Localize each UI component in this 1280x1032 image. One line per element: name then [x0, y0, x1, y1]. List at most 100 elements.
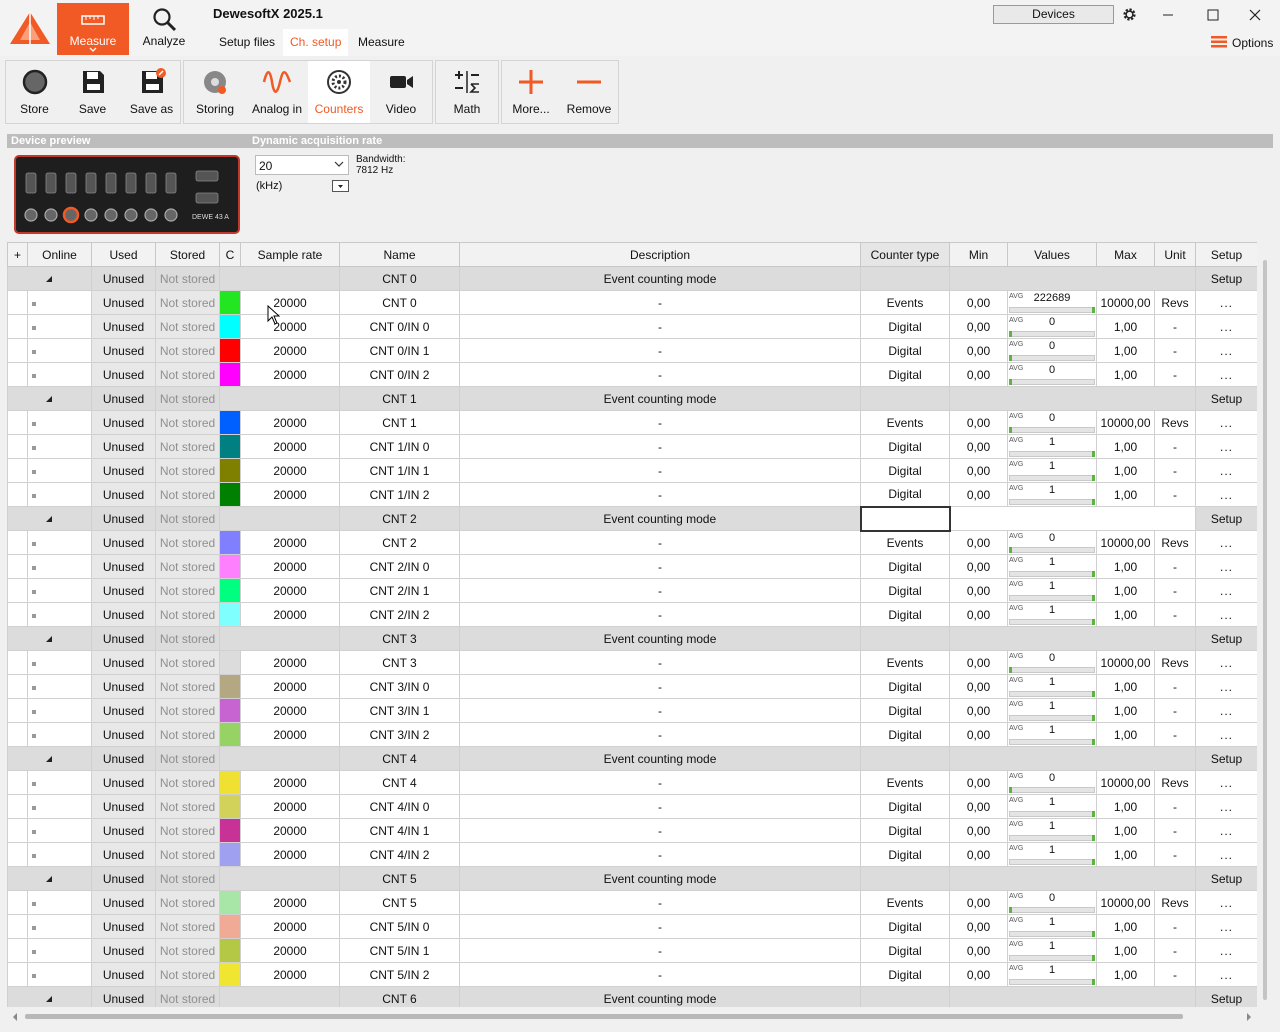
channel-description[interactable]: - [459, 794, 861, 819]
channel-color-swatch[interactable] [219, 962, 241, 987]
channel-name[interactable]: CNT 0/IN 2 [339, 362, 460, 387]
online-toggle[interactable] [27, 482, 92, 507]
channel-description[interactable]: - [459, 482, 861, 507]
channel-color-swatch[interactable] [219, 362, 241, 387]
min-value[interactable]: 0,00 [949, 314, 1008, 339]
device-image[interactable]: DEWE 43 A [14, 155, 240, 234]
online-toggle[interactable] [27, 362, 92, 387]
group-setup-button[interactable]: Setup [1195, 386, 1257, 411]
counter-type[interactable]: Digital [860, 674, 950, 699]
group-counter-type-cell[interactable] [860, 626, 950, 651]
group-counter-type-cell[interactable] [860, 386, 950, 411]
devices-button[interactable]: Devices [993, 5, 1114, 24]
counters-button[interactable]: Counters [308, 61, 370, 123]
used-status[interactable]: Unused [91, 410, 156, 435]
channel-name[interactable]: CNT 4/IN 2 [339, 842, 460, 867]
table-row[interactable]: Unused Not stored 20000 CNT 0/IN 2- Digital 0… [7, 362, 1257, 387]
used-status[interactable]: Unused [91, 842, 156, 867]
table-row[interactable]: Unused Not stored 20000 CNT 0- Events 0,00 AVG… [7, 290, 1257, 315]
col-header-max[interactable]: Max [1096, 242, 1155, 267]
minimize-icon[interactable] [1158, 5, 1178, 25]
group-row[interactable]: Unused Not stored CNT 6 Event counting mode… [7, 986, 1257, 1007]
stored-status[interactable]: Not stored [155, 314, 220, 339]
max-value[interactable]: 1,00 [1096, 578, 1155, 603]
channel-setup-button[interactable]: ... [1195, 650, 1257, 675]
channel-name[interactable]: CNT 4 [339, 770, 460, 795]
stored-status[interactable]: Not stored [155, 482, 220, 507]
acquisition-rate-select[interactable]: 20 [255, 155, 349, 175]
counter-type[interactable]: Digital [860, 962, 950, 987]
group-setup-button[interactable]: Setup [1195, 626, 1257, 651]
stored-status[interactable]: Not stored [155, 674, 220, 699]
channel-color-swatch[interactable] [219, 938, 241, 963]
channel-color-swatch[interactable] [219, 818, 241, 843]
channel-name[interactable]: CNT 2 [339, 530, 460, 555]
channel-setup-button[interactable]: ... [1195, 578, 1257, 603]
channel-description[interactable]: - [459, 338, 861, 363]
group-stored-status[interactable]: Not stored [155, 626, 220, 651]
stored-status[interactable]: Not stored [155, 722, 220, 747]
save-as-button[interactable]: Save as [122, 61, 181, 123]
channel-color-swatch[interactable] [219, 890, 241, 915]
counter-type[interactable]: Digital [860, 458, 950, 483]
online-toggle[interactable] [27, 554, 92, 579]
min-value[interactable]: 0,00 [949, 482, 1008, 507]
vertical-scrollbar[interactable] [1258, 242, 1272, 1007]
used-status[interactable]: Unused [91, 650, 156, 675]
counter-type[interactable]: Events [860, 890, 950, 915]
channel-description[interactable]: - [459, 770, 861, 795]
used-status[interactable]: Unused [91, 890, 156, 915]
stored-status[interactable]: Not stored [155, 914, 220, 939]
channel-color-swatch[interactable] [219, 482, 241, 507]
channel-setup-button[interactable]: ... [1195, 458, 1257, 483]
max-value[interactable]: 10000,00 [1096, 890, 1155, 915]
table-row[interactable]: Unused Not stored 20000 CNT 4/IN 0- Digital 0… [7, 794, 1257, 819]
unit[interactable]: - [1154, 482, 1196, 507]
used-status[interactable]: Unused [91, 674, 156, 699]
channel-name[interactable]: CNT 2/IN 0 [339, 554, 460, 579]
stored-status[interactable]: Not stored [155, 650, 220, 675]
col-header-color[interactable]: C [219, 242, 241, 267]
stored-status[interactable]: Not stored [155, 290, 220, 315]
max-value[interactable]: 1,00 [1096, 914, 1155, 939]
col-header-counter-type[interactable]: Counter type [860, 242, 950, 267]
channel-name[interactable]: CNT 3/IN 2 [339, 722, 460, 747]
used-status[interactable]: Unused [91, 698, 156, 723]
used-status[interactable]: Unused [91, 554, 156, 579]
used-status[interactable]: Unused [91, 458, 156, 483]
min-value[interactable]: 0,00 [949, 770, 1008, 795]
channel-description[interactable]: - [459, 914, 861, 939]
collapse-icon[interactable] [7, 386, 92, 411]
collapse-icon[interactable] [7, 266, 92, 291]
group-setup-button[interactable]: Setup [1195, 506, 1257, 531]
channel-setup-button[interactable]: ... [1195, 602, 1257, 627]
online-toggle[interactable] [27, 410, 92, 435]
group-row[interactable]: Unused Not stored CNT 4 Event counting mode… [7, 746, 1257, 771]
online-toggle[interactable] [27, 842, 92, 867]
table-row[interactable]: Unused Not stored 20000 CNT 1/IN 1- Digital 0… [7, 458, 1257, 483]
min-value[interactable]: 0,00 [949, 890, 1008, 915]
unit[interactable]: - [1154, 914, 1196, 939]
channel-name[interactable]: CNT 1/IN 1 [339, 458, 460, 483]
used-status[interactable]: Unused [91, 794, 156, 819]
stored-status[interactable]: Not stored [155, 842, 220, 867]
stored-status[interactable]: Not stored [155, 698, 220, 723]
channel-name[interactable]: CNT 3/IN 0 [339, 674, 460, 699]
channel-name[interactable]: CNT 5/IN 0 [339, 914, 460, 939]
used-status[interactable]: Unused [91, 290, 156, 315]
group-setup-button[interactable]: Setup [1195, 986, 1257, 1007]
collapse-icon[interactable] [7, 746, 92, 771]
unit[interactable]: - [1154, 794, 1196, 819]
group-stored-status[interactable]: Not stored [155, 386, 220, 411]
rate-unit-dropdown[interactable] [332, 180, 349, 192]
counter-type[interactable]: Digital [860, 578, 950, 603]
channel-setup-button[interactable]: ... [1195, 962, 1257, 987]
group-setup-button[interactable]: Setup [1195, 746, 1257, 771]
stored-status[interactable]: Not stored [155, 530, 220, 555]
stored-status[interactable]: Not stored [155, 938, 220, 963]
used-status[interactable]: Unused [91, 914, 156, 939]
channel-name[interactable]: CNT 0/IN 0 [339, 314, 460, 339]
min-value[interactable]: 0,00 [949, 410, 1008, 435]
analyze-mode-button[interactable]: Analyze [133, 3, 195, 55]
counter-type[interactable]: Digital [860, 938, 950, 963]
